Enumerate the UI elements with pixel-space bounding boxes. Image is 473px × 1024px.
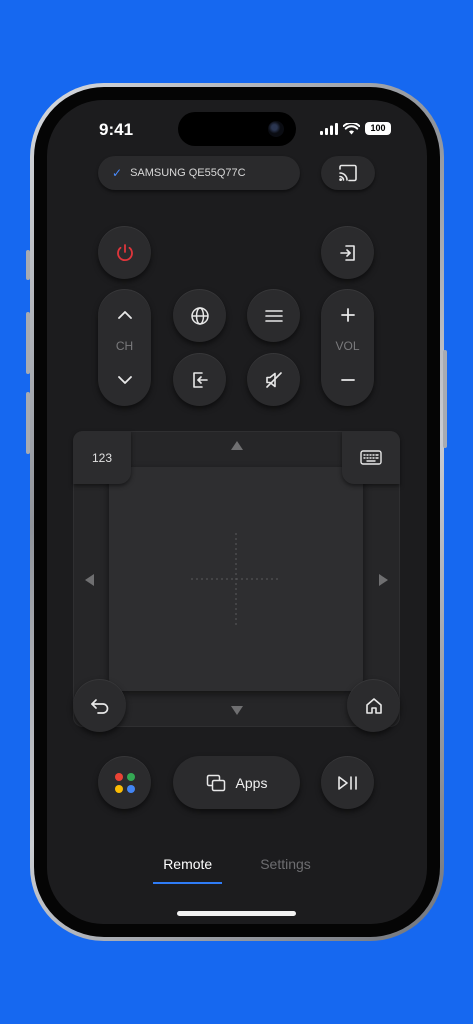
channel-down-button[interactable] [98, 362, 151, 398]
minus-icon [340, 379, 355, 381]
chevron-up-icon [117, 311, 132, 319]
screen: 9:41 100 ✓ SAMSUNG QE55Q77C CH VOL 123 A… [47, 100, 427, 924]
triangle-down-icon [231, 706, 243, 715]
cast-button[interactable] [321, 156, 375, 190]
back-button[interactable] [73, 679, 126, 732]
status-icons: 100 [320, 122, 391, 135]
google-dot-green [126, 772, 135, 781]
tab-bar: Remote Settings [47, 856, 427, 884]
menu-icon [264, 309, 283, 322]
triangle-up-icon [231, 441, 243, 450]
home-button[interactable] [347, 679, 400, 732]
apps-icon [206, 774, 225, 791]
source-icon [192, 371, 208, 388]
globe-icon [190, 306, 209, 325]
menu-button[interactable] [247, 289, 300, 342]
volume-down-button-remote[interactable] [321, 362, 374, 398]
volume-down-button [26, 392, 30, 454]
check-icon: ✓ [112, 166, 123, 180]
wifi-icon [343, 122, 360, 134]
play-pause-icon [337, 775, 357, 790]
input-button[interactable] [321, 226, 374, 279]
tab-settings[interactable]: Settings [250, 856, 321, 884]
action-button [26, 250, 30, 280]
back-icon [90, 698, 108, 714]
source-button[interactable] [173, 353, 226, 406]
mute-icon [265, 371, 282, 388]
camera-icon [268, 121, 284, 137]
triangle-left-icon [85, 574, 94, 586]
status-time: 9:41 [99, 120, 134, 139]
channel-up-button[interactable] [98, 297, 151, 333]
power-icon [116, 243, 133, 261]
home-icon [365, 697, 382, 714]
dpad-left-button[interactable] [85, 574, 94, 586]
keypad-button[interactable]: 123 [73, 431, 131, 484]
language-button[interactable] [173, 289, 226, 342]
triangle-right-icon [379, 574, 388, 586]
device-name: SAMSUNG QE55Q77C [130, 167, 246, 179]
plus-icon [340, 308, 355, 322]
google-dot-yellow [114, 784, 123, 793]
device-selector[interactable]: ✓ SAMSUNG QE55Q77C [98, 156, 300, 190]
volume-label: VOL [335, 339, 360, 353]
cast-icon [339, 164, 357, 182]
google-dot-blue [126, 784, 135, 793]
volume-up-button-remote[interactable] [321, 297, 374, 333]
google-dot-red [114, 772, 123, 781]
channel-label: CH [115, 339, 134, 353]
apps-label: Apps [235, 774, 268, 791]
home-indicator [177, 911, 296, 916]
google-dots-icon [114, 772, 135, 793]
dpad-down-button[interactable] [231, 706, 243, 715]
google-assistant-button[interactable] [98, 756, 151, 809]
side-button [443, 350, 447, 448]
chevron-down-icon [117, 376, 132, 384]
dpad-right-button[interactable] [379, 574, 388, 586]
keyboard-icon [360, 450, 382, 465]
play-pause-button[interactable] [321, 756, 374, 809]
tab-remote[interactable]: Remote [153, 856, 223, 884]
signal-icon [320, 122, 338, 135]
keypad-label: 123 [91, 450, 113, 465]
keyboard-button[interactable] [342, 431, 400, 484]
crosshair-icon [191, 533, 281, 625]
input-icon [339, 244, 355, 261]
battery-indicator: 100 [365, 122, 391, 135]
touchpad[interactable] [109, 467, 363, 691]
apps-button[interactable]: Apps [173, 756, 300, 809]
volume-rocker: VOL [321, 289, 374, 406]
mute-button[interactable] [247, 353, 300, 406]
volume-up-button [26, 312, 30, 374]
dynamic-island [178, 112, 296, 146]
channel-rocker: CH [98, 289, 151, 406]
power-button[interactable] [98, 226, 151, 279]
dpad-up-button[interactable] [231, 441, 243, 450]
